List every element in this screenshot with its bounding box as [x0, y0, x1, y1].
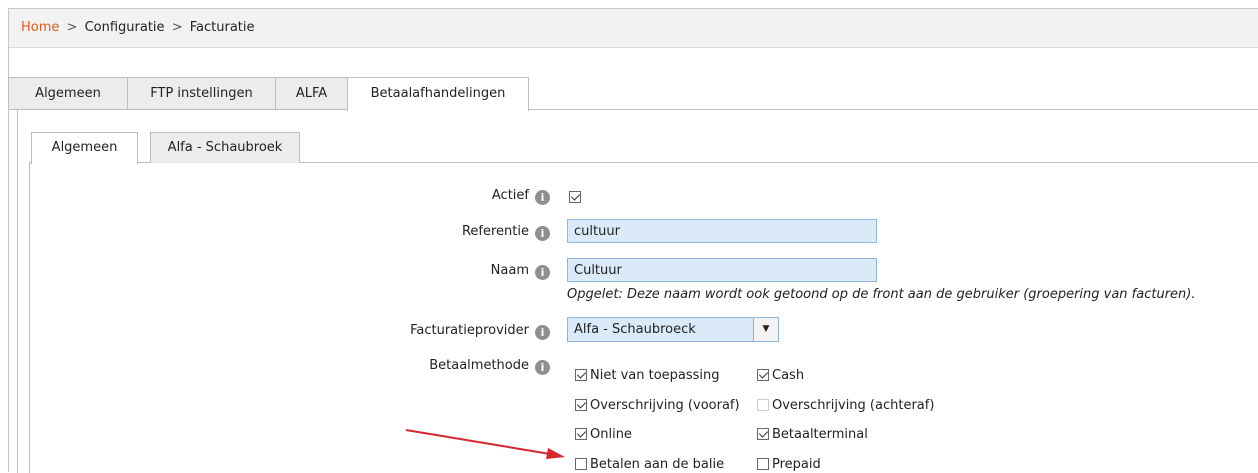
checkbox-unchecked[interactable] [757, 458, 769, 470]
provider-selected-value: Alfa - Schaubroeck [574, 322, 696, 337]
checkbox-unchecked[interactable] [575, 458, 587, 470]
actief-checkbox[interactable] [569, 191, 581, 203]
info-icon[interactable]: i [535, 265, 550, 280]
pm-betaalterminal[interactable]: Betaalterminal [757, 427, 868, 442]
provider-label: Facturatieprovider [410, 323, 529, 338]
pm-overschrijving-vooraf[interactable]: Overschrijving (vooraf) [575, 398, 740, 413]
info-icon[interactable]: i [535, 360, 550, 375]
app-frame: Home > Configuratie > Facturatie Algemee… [8, 8, 1258, 473]
subtab-alfa-schaubroek[interactable]: Alfa - Schaubroek [150, 132, 300, 163]
breadcrumb-separator: > [171, 20, 183, 35]
pm-label: Overschrijving (achteraf) [772, 398, 935, 413]
pm-cash[interactable]: Cash [757, 368, 804, 383]
betaalmethode-label: Betaalmethode [429, 358, 529, 373]
check-icon[interactable] [575, 399, 587, 411]
pm-label: Overschrijving (vooraf) [590, 398, 740, 413]
provider-label-row: Facturatieprovider i [410, 323, 550, 340]
actief-label: Actief [491, 188, 529, 203]
info-icon[interactable]: i [535, 325, 550, 340]
breadcrumb-configuratie[interactable]: Configuratie [85, 20, 165, 35]
referentie-label-row: Referentie i [462, 224, 550, 241]
chevron-down-icon[interactable]: ▼ [753, 318, 778, 341]
pm-label: Online [590, 427, 632, 442]
pm-label: Niet van toepassing [590, 368, 720, 383]
tab-betaalafhandelingen[interactable]: Betaalafhandelingen [347, 77, 529, 111]
pm-label: Betaalterminal [772, 427, 868, 442]
naam-label-row: Naam i [491, 263, 550, 280]
checkbox-disabled [757, 399, 769, 411]
breadcrumb-home-link[interactable]: Home [21, 20, 59, 35]
betaalmethode-label-row: Betaalmethode i [429, 358, 550, 375]
pm-online[interactable]: Online [575, 427, 632, 442]
tab-ftp-instellingen[interactable]: FTP instellingen [127, 77, 276, 109]
info-icon[interactable]: i [535, 190, 550, 205]
breadcrumb-separator: > [66, 20, 78, 35]
main-tabs: Algemeen FTP instellingen ALFA Betaalafh… [8, 77, 1258, 111]
red-arrow [405, 429, 565, 459]
referentie-label: Referentie [461, 224, 529, 239]
pm-label: Prepaid [772, 457, 821, 472]
pm-label: Cash [772, 368, 805, 383]
pm-overschrijving-achteraf: Overschrijving (achteraf) [757, 398, 934, 413]
check-icon[interactable] [757, 428, 769, 440]
tab-alfa[interactable]: ALFA [275, 77, 348, 109]
pm-label: Betalen aan de balie [590, 457, 725, 472]
actief-label-row: Actief i [492, 188, 550, 205]
referentie-input[interactable] [567, 219, 877, 243]
tab-panel: Algemeen Alfa - Schaubroek Actief i Refer… [17, 110, 1258, 473]
check-icon[interactable] [575, 428, 587, 440]
info-icon[interactable]: i [535, 226, 550, 241]
pm-niet-van-toepassing[interactable]: Niet van toepassing [575, 368, 720, 383]
naam-input[interactable] [567, 258, 877, 282]
naam-label: Naam [490, 263, 529, 278]
tab-algemeen[interactable]: Algemeen [8, 77, 128, 109]
check-icon[interactable] [757, 369, 769, 381]
naam-note: Opgelet: Deze naam wordt ook getoond op … [567, 287, 1196, 302]
check-icon[interactable] [575, 369, 587, 381]
pm-betalen-aan-de-balie[interactable]: Betalen aan de balie [575, 457, 724, 472]
breadcrumb-facturatie: Facturatie [189, 20, 255, 35]
provider-select[interactable]: Alfa - Schaubroeck ▼ [567, 317, 779, 342]
breadcrumb: Home > Configuratie > Facturatie [9, 9, 1258, 48]
form-area: Actiefi Referentiei Naami Opgelet: Deze … [29, 162, 1258, 473]
subtab-algemeen[interactable]: Algemeen [31, 132, 138, 164]
pm-prepaid[interactable]: Prepaid [757, 457, 821, 472]
